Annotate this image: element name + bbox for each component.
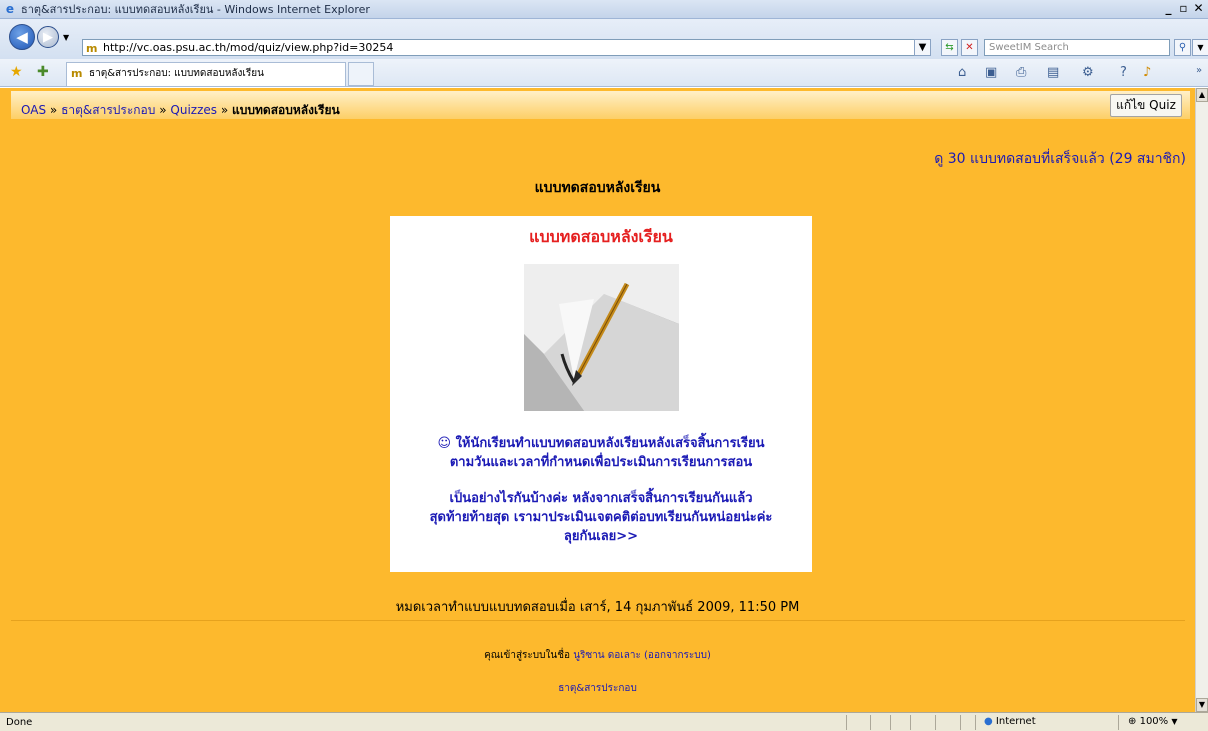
page-menu-icon[interactable]: ▤	[1047, 65, 1059, 80]
intro-paragraph-2: เป็นอย่างไรกันบ้างค่ะ หลังจากเสร็จสิ้นกา…	[390, 489, 812, 546]
pen-on-paper-image	[524, 264, 679, 411]
breadcrumb-separator: »	[159, 103, 167, 117]
zoom-icon: ⊕	[1128, 716, 1137, 727]
home-icon[interactable]: ⌂	[958, 65, 966, 80]
status-divider	[846, 715, 847, 730]
back-arrow-icon: ◀	[16, 28, 28, 46]
print-icon[interactable]: ⎙	[1016, 65, 1026, 80]
site-favicon-icon: m	[86, 42, 98, 55]
quiz-title: แบบทดสอบหลังเรียน	[534, 180, 661, 196]
search-input[interactable]: SweetIM Search	[984, 39, 1170, 56]
stop-button[interactable]: ✕	[961, 39, 978, 56]
window-title: ธาตุ&สารประกอบ: แบบทดสอบหลังเรียน - Wind…	[21, 3, 370, 16]
status-divider	[1118, 715, 1119, 730]
forward-arrow-icon: ▶	[43, 30, 53, 45]
intro-paragraph-1: ☺ ให้นักเรียนทำแบบทดสอบหลังเรียนหลังเสร็…	[390, 434, 812, 472]
refresh-button[interactable]: ⇆	[941, 39, 958, 56]
toolbar-overflow-icon[interactable]: »	[1196, 65, 1202, 76]
add-favorites-icon[interactable]: ✚	[37, 64, 49, 80]
user-profile-link[interactable]: นูริซาน ดอเลาะ	[573, 650, 641, 661]
history-dropdown-icon[interactable]: ▼	[63, 33, 69, 42]
back-button[interactable]: ◀	[9, 24, 35, 50]
maximize-button[interactable]: ▫	[1176, 1, 1191, 17]
breadcrumb-separator: »	[220, 103, 229, 117]
login-prefix: คุณเข้าสู่ระบบในชื่อ	[484, 650, 570, 661]
intro-line: ตามวันและเวลาที่กำหนดเพื่อประเมินการเรีย…	[449, 455, 753, 470]
forward-button[interactable]: ▶	[37, 26, 59, 48]
url-dropdown-button[interactable]: ▼	[914, 39, 931, 56]
status-text: Done	[6, 717, 33, 728]
course-home-link[interactable]: ธาตุ&สารประกอบ	[0, 681, 1195, 696]
status-bar: Done ● Internet ⊕ 100% ▼	[0, 712, 1208, 731]
zoom-level[interactable]: ⊕ 100% ▼	[1128, 716, 1178, 727]
quiz-intro-box: แบบทดสอบหลังเรียน ☺ ให้นักเรียนทำแบบทดสอ…	[390, 216, 812, 572]
close-button[interactable]: ✕	[1191, 1, 1206, 17]
url-text: http://vc.oas.psu.ac.th/mod/quiz/view.ph…	[103, 41, 394, 54]
status-divider	[910, 715, 911, 730]
intro-line: เป็นอย่างไรกันบ้างค่ะ หลังจากเสร็จสิ้นกา…	[449, 491, 753, 506]
footer-divider	[11, 620, 1185, 621]
research-icon[interactable]: ♪	[1143, 65, 1151, 80]
intro-title: แบบทดสอบหลังเรียน	[529, 227, 673, 246]
tools-menu-icon[interactable]: ⚙	[1082, 65, 1094, 80]
minimize-button[interactable]: _	[1161, 1, 1176, 17]
zoom-dropdown-icon: ▼	[1171, 717, 1178, 726]
url-field[interactable]: m http://vc.oas.psu.ac.th/mod/quiz/view.…	[82, 39, 931, 56]
intro-line: ☺ ให้นักเรียนทำแบบทดสอบหลังเรียนหลังเสร็…	[437, 436, 765, 451]
intro-line: ลุยกันเลย>>	[563, 529, 639, 544]
security-zone[interactable]: ● Internet	[984, 716, 1036, 727]
view-attempts-link[interactable]: ดู 30 แบบทดสอบที่เสร็จแล้ว (29 สมาชิก)	[934, 148, 1186, 170]
status-divider	[890, 715, 891, 730]
login-info: คุณเข้าสู่ระบบในชื่อ นูริซาน ดอเลาะ (ออก…	[0, 648, 1195, 663]
scroll-up-arrow-icon[interactable]: ▲	[1196, 88, 1208, 102]
status-divider	[870, 715, 871, 730]
search-button[interactable]: ⚲	[1174, 39, 1191, 56]
status-divider	[975, 715, 976, 730]
status-divider	[960, 715, 961, 730]
new-tab-button[interactable]	[348, 62, 374, 86]
scroll-down-arrow-icon[interactable]: ▼	[1196, 698, 1208, 712]
navigation-bar: OAS » ธาตุ&สารประกอบ » Quizzes » แบบทดสอ…	[11, 91, 1190, 119]
breadcrumb-quizzes[interactable]: Quizzes	[170, 103, 217, 117]
globe-icon: ●	[984, 716, 993, 727]
favorites-star-icon[interactable]: ★	[10, 64, 23, 80]
zoom-label: 100%	[1139, 716, 1169, 727]
quiz-closed-notice: หมดเวลาทำแบบแบบทดสอบเมื่อ เสาร์, 14 กุมภ…	[395, 600, 800, 615]
breadcrumb-oas[interactable]: OAS	[21, 103, 46, 117]
status-divider	[935, 715, 936, 730]
breadcrumb-current: แบบทดสอบหลังเรียน	[232, 103, 340, 117]
feeds-icon[interactable]: ▣	[985, 65, 997, 80]
window-title-bar: e ธาตุ&สารประกอบ: แบบทดสอบหลังเรียน - Wi…	[0, 0, 1208, 19]
ie-logo-icon: e	[5, 2, 15, 16]
tab-active[interactable]: m ธาตุ&สารประกอบ: แบบทดสอบหลังเรียน	[66, 62, 346, 86]
page-content: OAS » ธาตุ&สารประกอบ » Quizzes » แบบทดสอ…	[0, 88, 1195, 712]
breadcrumb: OAS » ธาตุ&สารประกอบ » Quizzes » แบบทดสอ…	[21, 101, 340, 120]
address-toolbar: ◀ ▶ ▼ m http://vc.oas.psu.ac.th/mod/quiz…	[0, 19, 1208, 59]
tab-favicon-icon: m	[71, 67, 83, 80]
breadcrumb-course[interactable]: ธาตุ&สารประกอบ	[61, 103, 155, 117]
zone-label: Internet	[995, 716, 1036, 727]
window-controls: _ ▫ ✕	[1161, 1, 1206, 17]
intro-line: สุดท้ายท้ายสุด เรามาประเมินเจตคติต่อบทเร…	[429, 510, 773, 525]
tab-bar: ★ ✚ m ธาตุ&สารประกอบ: แบบทดสอบหลังเรียน …	[0, 59, 1208, 87]
edit-quiz-button[interactable]: แก้ไข Quiz	[1110, 94, 1182, 117]
tab-title: ธาตุ&สารประกอบ: แบบทดสอบหลังเรียน	[89, 68, 264, 79]
search-options-button[interactable]: ▼	[1192, 39, 1208, 56]
pen-on-paper-illustration	[524, 264, 679, 411]
breadcrumb-separator: »	[49, 103, 58, 117]
vertical-scrollbar[interactable]: ▲ ▼	[1195, 88, 1208, 712]
help-icon[interactable]: ?	[1120, 65, 1127, 80]
logout-link[interactable]: (ออกจากระบบ)	[644, 650, 711, 661]
